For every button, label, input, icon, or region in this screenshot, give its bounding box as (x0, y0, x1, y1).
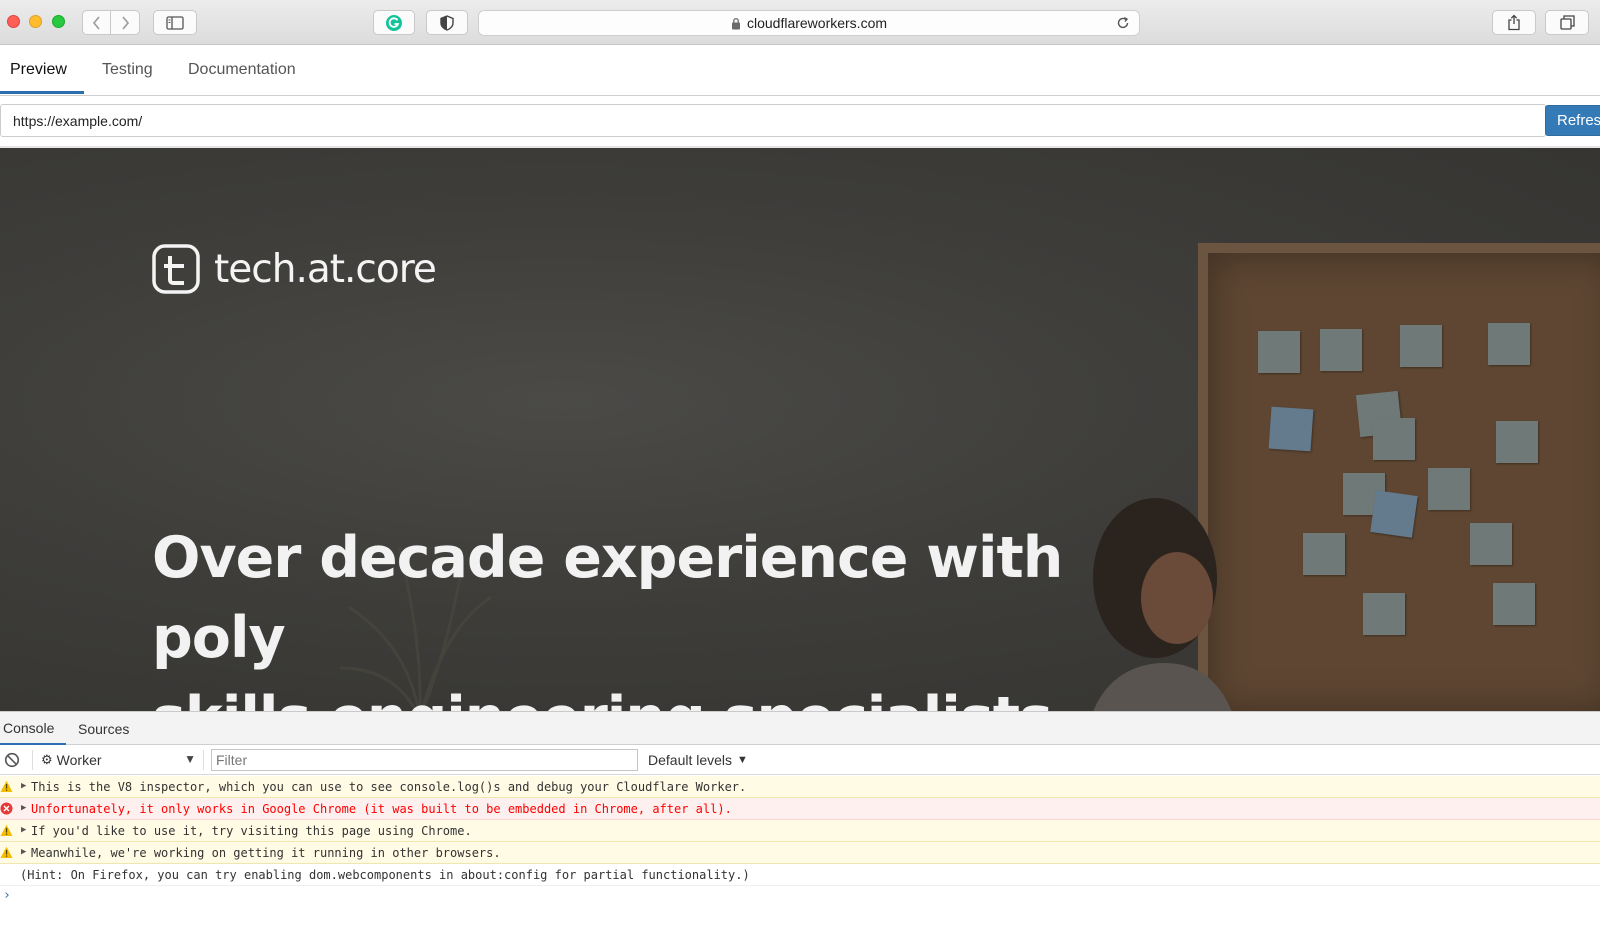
devtools-panel: Console Sources ⚙ Worker ▼ Default level… (0, 711, 1600, 927)
gear-icon: ⚙ (41, 752, 53, 767)
back-button[interactable] (82, 10, 111, 35)
window-close-button[interactable] (7, 15, 20, 28)
corkboard-image (1198, 243, 1600, 711)
share-button[interactable] (1492, 10, 1536, 35)
expand-triangle-icon[interactable]: ▶ (21, 847, 26, 857)
sidebar-icon (166, 15, 184, 30)
tab-testing[interactable]: Testing (92, 45, 163, 95)
expand-triangle-icon[interactable]: ▶ (21, 803, 26, 813)
privacy-extension-button[interactable] (426, 10, 468, 35)
console-message-text: If you'd like to use it, try visiting th… (31, 824, 472, 838)
console-message-text: This is the V8 inspector, which you can … (31, 780, 747, 794)
console-message-text: Unfortunately, it only works in Google C… (31, 802, 732, 816)
share-icon (1508, 14, 1520, 31)
grammarly-icon (386, 14, 402, 31)
grammarly-extension-button[interactable] (373, 10, 415, 35)
console-prompt[interactable]: › (0, 886, 1600, 908)
active-tab-indicator (0, 91, 84, 94)
headline-line: skills engineering specialists (152, 678, 1202, 711)
tab-sources[interactable]: Sources (75, 712, 132, 745)
warning-icon (0, 824, 13, 836)
tab-documentation[interactable]: Documentation (178, 45, 306, 95)
preview-frame: tech.at.core Over decade experience with… (0, 148, 1600, 711)
warning-icon (0, 846, 13, 858)
address-text: cloudflareworkers.com (746, 15, 888, 31)
browser-toolbar: cloudflareworkers.com (0, 0, 1600, 45)
console-message-warning[interactable]: ▶ This is the V8 inspector, which you ca… (0, 776, 1600, 798)
error-icon (0, 802, 13, 815)
console-filter-input[interactable] (211, 749, 638, 771)
history-navigation (82, 10, 141, 35)
expand-triangle-icon[interactable]: ▶ (21, 825, 26, 835)
address-bar[interactable]: cloudflareworkers.com (478, 10, 1140, 36)
console-message-error[interactable]: ▶ Unfortunately, it only works in Google… (0, 798, 1600, 820)
context-label: Worker (56, 752, 102, 768)
chevron-left-icon (92, 15, 100, 30)
reload-icon[interactable] (1115, 15, 1131, 31)
tab-console[interactable]: Console (0, 712, 66, 745)
console-message-warning[interactable]: ▶ Meanwhile, we're working on getting it… (0, 842, 1600, 864)
context-selector[interactable]: ⚙ Worker ▼ (41, 750, 196, 770)
divider (32, 750, 33, 770)
window-zoom-button[interactable] (52, 15, 65, 28)
clear-console-icon[interactable] (4, 752, 20, 768)
logo-mark-icon (152, 244, 200, 294)
lock-icon (731, 17, 740, 29)
preview-url-bar: Refresh (0, 104, 1600, 137)
console-toolbar: ⚙ Worker ▼ Default levels ▼ (0, 745, 1600, 775)
console-message-text: Meanwhile, we're working on getting it r… (31, 846, 501, 860)
tabs-icon (1559, 15, 1575, 30)
refresh-button[interactable]: Refresh (1545, 105, 1600, 136)
window-minimize-button[interactable] (29, 15, 42, 28)
shield-icon (440, 14, 454, 31)
prompt-chevron-icon: › (3, 888, 11, 903)
logo-text: tech.at.core (214, 246, 437, 292)
main-tabs: Preview Testing Documentation (0, 45, 1600, 96)
devtools-tabs: Console Sources (0, 712, 1600, 745)
site-logo[interactable]: tech.at.core (152, 244, 437, 294)
headline-line: Over decade experience with poly (152, 525, 1063, 671)
preview-url-input[interactable] (0, 104, 1546, 137)
log-levels-dropdown[interactable]: Default levels ▼ (648, 750, 748, 770)
console-message-text: (Hint: On Firefox, you can try enabling … (20, 868, 750, 882)
sidebar-toggle-button[interactable] (153, 10, 197, 35)
levels-label: Default levels (648, 752, 733, 768)
chevron-down-icon: ▼ (737, 754, 748, 766)
console-message-info: (Hint: On Firefox, you can try enabling … (0, 864, 1600, 886)
tab-preview[interactable]: Preview (0, 45, 77, 95)
warning-icon (0, 780, 13, 792)
divider (203, 750, 204, 770)
chevron-right-icon (122, 15, 130, 30)
hero-headline: Over decade experience with poly skills … (152, 518, 1202, 711)
forward-button[interactable] (111, 10, 140, 35)
console-message-warning[interactable]: ▶ If you'd like to use it, try visiting … (0, 820, 1600, 842)
chevron-down-icon: ▼ (184, 752, 196, 766)
expand-triangle-icon[interactable]: ▶ (21, 781, 26, 791)
tab-overview-button[interactable] (1545, 10, 1589, 35)
console-messages: ▶ This is the V8 inspector, which you ca… (0, 776, 1600, 908)
